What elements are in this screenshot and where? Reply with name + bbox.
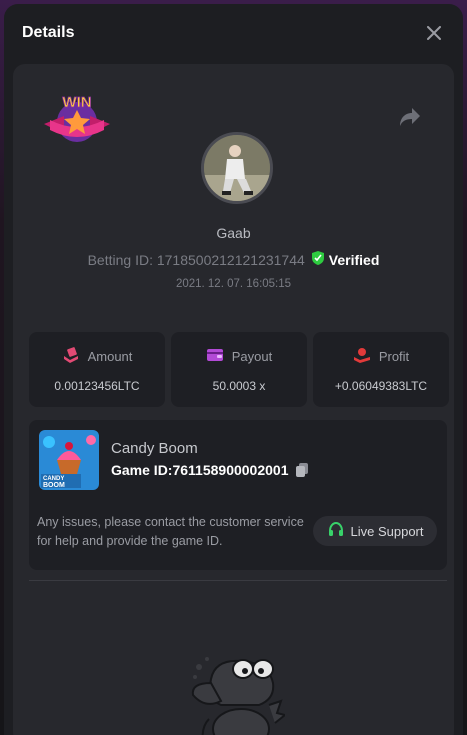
stat-amount: Amount 0.00123456LTC [29,332,165,407]
details-content: WIN Gaab Betting ID: 1718500212121231744 [13,64,454,735]
stat-payout-label: Payout [231,348,273,364]
close-icon[interactable] [423,22,445,44]
game-name: Candy Boom [111,440,198,457]
win-badge-text: WIN [62,94,91,111]
modal-title: Details [22,24,75,41]
game-id-row: Game ID:761158900002001 [111,462,310,478]
wallet-icon [206,347,224,366]
bet-timestamp: 2021. 12. 07. 16:05:15 [175,278,292,290]
help-text: Any issues, please contact the customer … [37,515,304,548]
betting-info: Betting ID: 1718500212121231744 Verified [13,250,454,269]
stat-amount-label: Amount [87,348,133,364]
money-hand-icon [62,346,80,366]
stat-payout-value: 50.0003 x [212,378,266,393]
copy-icon[interactable] [294,462,310,478]
betting-id: Betting ID: 1718500212121231744 [87,251,305,268]
game-thumb-text-bottom: BOOM [43,482,65,489]
avatar [201,132,273,204]
stat-profit-label: Profit [378,348,410,364]
username: Gaab [216,225,251,241]
live-support-label: Live Support [350,523,424,539]
crocodile-mascot-icon [181,639,288,735]
share-icon[interactable] [398,106,424,130]
coins-hand-icon [353,347,371,366]
modal-header: Details [4,4,463,62]
verified-label: Verified [328,251,380,268]
shield-check-icon [311,250,325,269]
stat-amount-value: 0.00123456LTC [54,378,140,393]
win-badge-icon: WIN [40,90,114,148]
stat-payout: Payout 50.0003 x [171,332,307,407]
game-card: CANDY BOOM Candy Boom Game ID:7611589000… [29,420,447,570]
verified-badge: Verified [311,250,380,269]
divider [29,580,447,581]
headset-icon [327,521,345,542]
game-thumbnail[interactable]: CANDY BOOM [39,430,99,490]
stats-row: Amount 0.00123456LTC Payout 50.0003 x Pr… [29,332,449,407]
details-modal: Details WIN Gaab Betting ID: 17185002121… [4,4,463,735]
live-support-button[interactable]: Live Support [313,516,437,546]
stat-profit-value: +0.06049383LTC [334,378,428,393]
game-id: Game ID:761158900002001 [111,462,289,478]
stat-profit: Profit +0.06049383LTC [313,332,449,407]
